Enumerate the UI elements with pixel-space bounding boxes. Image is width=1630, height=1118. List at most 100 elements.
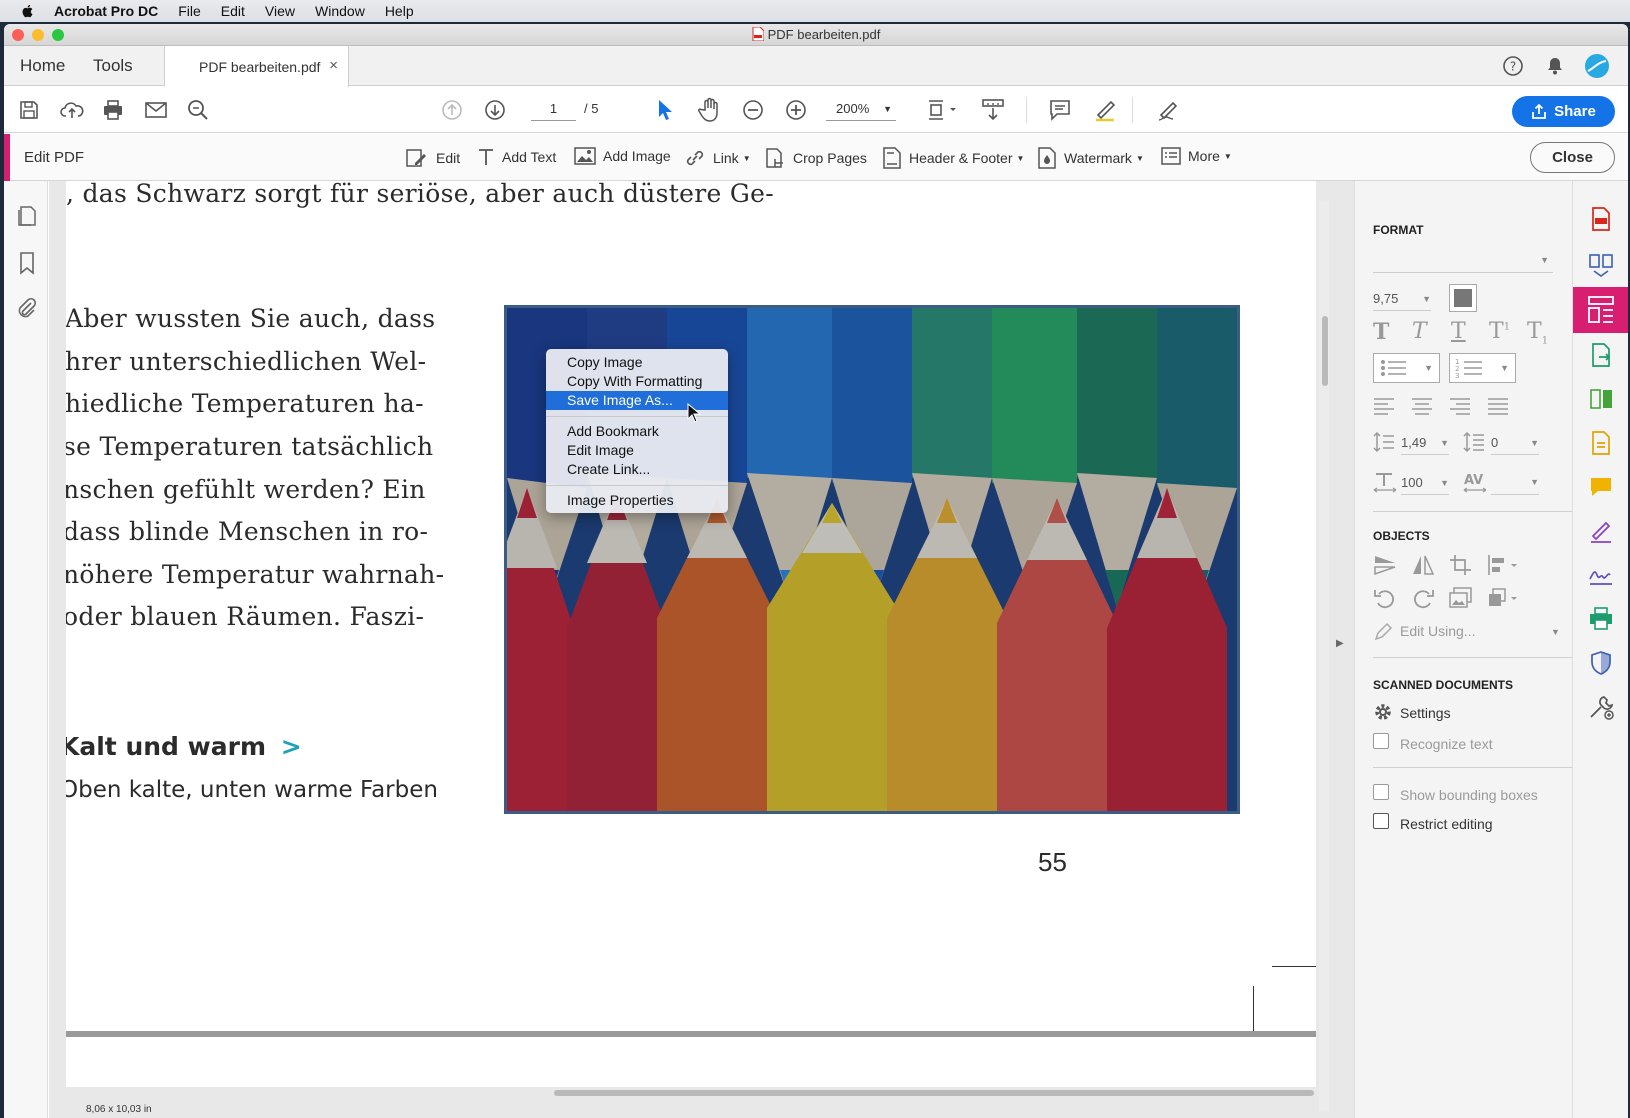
edit-using-select[interactable]: Edit Using... [1400,623,1475,639]
vertical-scrollbar-thumb[interactable] [1322,316,1328,386]
organize-pages-icon[interactable] [1587,385,1615,413]
document-viewport[interactable]: , das Schwarz sorgt für seriöse, aber au… [49,181,1354,1118]
expand-right-pane-icon[interactable]: ▶ [1336,638,1344,649]
comment-tool-icon[interactable] [1587,473,1615,501]
notifications-bell-icon[interactable] [1544,55,1566,77]
add-image-button[interactable]: Add Image [574,147,671,165]
bookmarks-icon[interactable] [18,251,36,275]
align-center-icon[interactable] [1411,397,1433,415]
more-button[interactable]: More ▼ [1161,147,1232,165]
menu-item-edit-image[interactable]: Edit Image [546,441,728,460]
menu-item-copy-image[interactable]: Copy Image [546,353,728,372]
bold-text-icon[interactable]: T [1373,319,1389,345]
zoom-level-select[interactable]: 200% ▼ [826,97,896,121]
add-text-button[interactable]: Add Text [477,147,556,167]
link-button[interactable]: Link ▼ [684,147,751,169]
align-justify-icon[interactable] [1487,397,1509,415]
send-for-review-icon[interactable] [1587,429,1615,457]
save-icon[interactable] [18,99,40,121]
font-color-picker[interactable] [1449,284,1477,312]
document-text-line[interactable]: Aber wussten Sie auch, dass [66,304,435,333]
watermark-button[interactable]: Watermark ▼ [1037,147,1144,169]
font-family-select[interactable]: ▼ [1373,249,1553,273]
section-subheading[interactable]: Oben kalte, unten warme Farben [66,777,438,803]
print-production-icon[interactable] [1587,605,1615,633]
pdf-page[interactable]: , das Schwarz sorgt für seriöse, aber au… [66,181,1316,1061]
document-text-line[interactable]: dass blinde Menschen in ro- [66,517,428,546]
rotate-clockwise-icon[interactable] [1411,587,1435,609]
document-text-line[interactable]: nschen gefühlt werden? Ein [66,475,426,504]
page-thumbnails-icon[interactable] [16,203,38,227]
arrange-objects-icon[interactable] [1487,554,1521,576]
menu-item-create-link[interactable]: Create Link... [546,460,728,479]
replace-image-icon[interactable] [1449,587,1473,609]
document-text-line[interactable]: oder blauen Räumen. Faszi- [66,602,424,631]
document-text-line[interactable]: nöhere Temperatur wahrnah- [66,560,444,589]
tab-document[interactable]: PDF bearbeiten.pdf × [164,46,349,87]
send-for-signature-icon[interactable] [1587,561,1615,589]
section-heading[interactable]: Kalt und warm > [66,732,302,761]
menu-edit[interactable]: Edit [221,3,245,19]
cloud-upload-icon[interactable] [60,99,84,121]
underline-text-icon[interactable]: T [1451,319,1466,344]
menu-window[interactable]: Window [315,3,365,19]
zoom-in-icon[interactable] [785,99,807,121]
subscript-text-icon[interactable]: T1 [1527,319,1548,346]
superscript-text-icon[interactable]: T1 [1489,319,1510,344]
horizontal-scaling-select[interactable]: 100 ▼ [1401,471,1449,495]
flip-horizontal-icon[interactable] [1411,554,1435,576]
align-left-icon[interactable] [1373,397,1395,415]
menu-help[interactable]: Help [385,3,414,19]
align-right-icon[interactable] [1449,397,1471,415]
edit-tool-button[interactable]: Edit [405,147,460,169]
help-icon[interactable]: ? [1502,55,1524,77]
highlight-pen-icon[interactable] [1092,98,1118,122]
search-icon[interactable] [187,99,209,121]
header-footer-button[interactable]: Header & Footer ▼ [882,147,1024,169]
comment-icon[interactable] [1048,98,1072,122]
recognize-text-checkbox[interactable] [1373,733,1389,749]
share-button[interactable]: Share [1512,96,1615,127]
restrict-editing-checkbox[interactable] [1373,813,1389,829]
numbered-list-select[interactable]: 123 ▼ [1449,353,1516,383]
italic-text-icon[interactable]: T [1412,319,1427,344]
menu-app[interactable]: Acrobat Pro DC [54,3,158,19]
print-icon[interactable] [102,99,124,121]
horizontal-scrollbar-thumb[interactable] [554,1090,1314,1096]
close-window-button[interactable] [12,29,24,41]
menu-item-image-properties[interactable]: Image Properties [546,491,728,510]
show-bounding-boxes-checkbox[interactable] [1373,784,1389,800]
line-spacing-select[interactable]: 1,49 ▼ [1401,431,1449,455]
scanned-settings-button[interactable]: Settings [1400,705,1451,721]
apple-icon[interactable] [20,3,36,19]
fill-sign-icon[interactable] [1587,517,1615,545]
create-pdf-icon[interactable] [1587,205,1615,233]
menu-item-copy-with-formatting[interactable]: Copy With Formatting [546,372,728,391]
edit-pdf-tool-active[interactable] [1573,287,1628,333]
menu-file[interactable]: File [178,3,201,19]
close-edit-button[interactable]: Close [1530,142,1615,173]
select-arrow-icon[interactable] [656,98,674,122]
email-icon[interactable] [144,99,168,121]
tab-home[interactable]: Home [20,56,65,76]
crop-pages-button[interactable]: Crop Pages [764,147,867,169]
attachments-paperclip-icon[interactable] [16,297,38,319]
user-avatar[interactable] [1584,53,1610,79]
document-text-line[interactable]: hrer unterschiedlichen Wel- [66,347,426,376]
font-size-select[interactable]: 9,75 ▼ [1373,287,1431,311]
page-display-icon[interactable] [926,97,960,123]
page-number-input[interactable]: 1 [531,97,576,121]
zoom-out-icon[interactable] [742,99,764,121]
document-text-line[interactable]: hiedliche Temperaturen ha- [66,389,424,418]
character-spacing-select[interactable]: ▼ [1491,471,1539,495]
hand-tool-icon[interactable] [698,97,722,123]
document-text-line[interactable]: , das Schwarz sorgt für seriöse, aber au… [66,181,774,208]
paragraph-spacing-select[interactable]: 0 ▼ [1491,431,1539,455]
flip-vertical-icon[interactable] [1373,554,1397,576]
sign-icon[interactable] [1156,98,1182,122]
menu-item-add-bookmark[interactable]: Add Bookmark [546,422,728,441]
previous-page-icon[interactable] [441,99,463,121]
zoom-window-button[interactable] [52,29,64,41]
next-page-icon[interactable] [484,99,506,121]
minimize-window-button[interactable] [32,29,44,41]
